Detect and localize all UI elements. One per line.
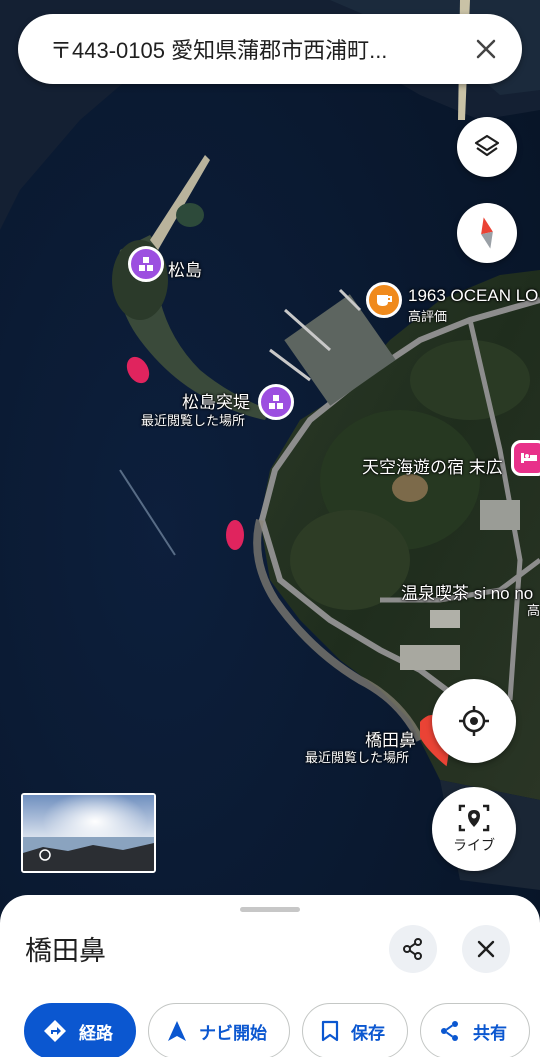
street-view-thumbnail[interactable] xyxy=(21,793,156,873)
cafe-icon xyxy=(377,295,392,306)
place-label-tenku-kaiyu[interactable]: 天空海遊の宿 末広 xyxy=(362,453,503,478)
place-title: 橋田鼻 xyxy=(25,936,106,966)
place-sublabel-rated: 高 xyxy=(527,603,540,618)
bookmark-icon xyxy=(321,1020,339,1042)
close-icon xyxy=(476,39,496,59)
hotel-icon xyxy=(521,453,537,463)
layers-icon xyxy=(474,134,500,157)
directions-button[interactable]: 経路 xyxy=(24,1003,136,1057)
landmark-icon xyxy=(139,257,153,271)
place-pin-hotel[interactable] xyxy=(511,440,540,476)
start-navigation-label: ナビ開始 xyxy=(199,1023,267,1043)
sheet-drag-handle[interactable] xyxy=(240,907,300,912)
live-view-label: ライブ xyxy=(453,837,495,853)
navigation-arrow-icon xyxy=(168,1021,186,1041)
my-location-icon xyxy=(459,706,489,736)
compass-button[interactable] xyxy=(457,203,517,263)
share-chip-button[interactable]: 共有 xyxy=(420,1003,530,1057)
live-view-icon xyxy=(458,804,490,832)
save-button[interactable]: 保存 xyxy=(302,1003,408,1057)
start-navigation-button[interactable]: ナビ開始 xyxy=(148,1003,290,1057)
place-pin-matsushima-pier[interactable] xyxy=(258,384,294,420)
close-sheet-button[interactable] xyxy=(462,925,510,973)
place-sublabel-recent: 最近閲覧した場所 xyxy=(141,413,246,428)
compass-icon xyxy=(481,217,493,249)
share-button[interactable] xyxy=(389,925,437,973)
layers-button[interactable] xyxy=(457,117,517,177)
place-bottom-sheet[interactable]: 橋田鼻 経路 ナビ開始 保存 共有 xyxy=(0,895,540,1057)
action-chips: 経路 ナビ開始 保存 共有 xyxy=(24,1003,530,1057)
my-location-button[interactable] xyxy=(432,679,516,763)
close-icon xyxy=(477,940,495,958)
share-icon xyxy=(441,1021,458,1041)
place-label-1963-ocean[interactable]: 1963 OCEAN LO xyxy=(408,286,538,306)
place-pin-cafe[interactable] xyxy=(366,282,402,318)
share-label: 共有 xyxy=(473,1023,507,1043)
live-view-button[interactable]: ライブ xyxy=(432,787,516,871)
directions-icon xyxy=(44,1020,66,1042)
directions-label: 経路 xyxy=(79,1023,113,1043)
place-sublabel-highly-rated: 高評価 xyxy=(408,309,448,324)
landmark-icon xyxy=(269,395,283,409)
place-pin-matsushima[interactable] xyxy=(128,246,164,282)
street-view-photo xyxy=(23,795,154,871)
place-label-matsushima[interactable]: 松島 xyxy=(168,256,202,281)
search-bar[interactable]: 〒443-0105 愛知県蒲郡市西浦町... xyxy=(18,14,522,84)
place-sublabel-recent: 最近閲覧した場所 xyxy=(305,750,410,765)
search-query-text[interactable]: 〒443-0105 愛知県蒲郡市西浦町... xyxy=(50,33,470,65)
save-label: 保存 xyxy=(351,1023,385,1043)
share-icon xyxy=(403,938,422,960)
clear-search-button[interactable] xyxy=(470,33,502,65)
place-label-onsen-kissa[interactable]: 温泉喫茶 si no no xyxy=(401,579,533,604)
